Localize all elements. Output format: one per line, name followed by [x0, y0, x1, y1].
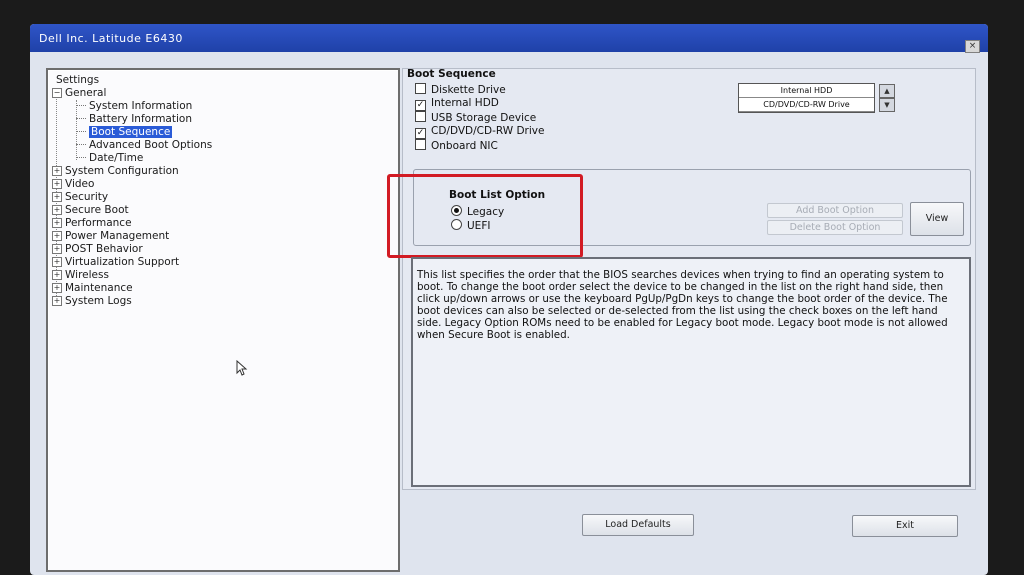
tree-item-virtualization-support[interactable]: + Virtualization Support	[52, 256, 179, 268]
device-internal-hdd[interactable]: ✓ Internal HDD	[415, 97, 499, 111]
expand-icon[interactable]: +	[52, 205, 62, 215]
tree-item-date-time[interactable]: Date/Time	[76, 152, 143, 164]
tree-item-advanced-boot-options[interactable]: Advanced Boot Options	[76, 139, 212, 151]
move-up-icon[interactable]: ▲	[879, 84, 895, 98]
title-bar: Dell Inc. Latitude E6430 ×	[30, 24, 988, 53]
tree-item-boot-sequence[interactable]: Boot Sequence	[76, 126, 173, 138]
boot-order-item[interactable]: Internal HDD	[739, 84, 874, 98]
bios-screen: Dell Inc. Latitude E6430 × Settings − Gen…	[30, 24, 988, 575]
close-icon[interactable]: ×	[965, 40, 980, 53]
checkbox[interactable]	[415, 83, 426, 94]
expand-icon[interactable]: +	[52, 270, 62, 280]
delete-boot-option-button[interactable]: Delete Boot Option	[767, 220, 903, 235]
tree-root-label: Settings	[56, 74, 100, 86]
description-text: This list specifies the order that the B…	[417, 269, 948, 341]
view-button[interactable]: View	[910, 202, 964, 236]
load-defaults-button[interactable]: Load Defaults	[582, 514, 694, 536]
expand-icon[interactable]: +	[52, 244, 62, 254]
expand-icon[interactable]: +	[52, 192, 62, 202]
collapse-icon[interactable]: −	[52, 88, 62, 98]
tree-item-video[interactable]: + Video	[52, 178, 94, 190]
tree-item-performance[interactable]: + Performance	[52, 217, 132, 229]
tree-item-security[interactable]: + Security	[52, 191, 108, 203]
boot-order-list[interactable]: Internal HDD CD/DVD/CD-RW Drive	[738, 83, 875, 113]
add-boot-option-button[interactable]: Add Boot Option	[767, 203, 903, 218]
boot-sequence-panel: Boot Sequence Diskette Drive ✓ Internal H…	[387, 68, 976, 490]
expand-icon[interactable]: +	[52, 231, 62, 241]
tree-item-secure-boot[interactable]: + Secure Boot	[52, 204, 129, 216]
expand-icon[interactable]: +	[52, 283, 62, 293]
checkbox[interactable]	[415, 139, 426, 150]
settings-tree: Settings − General System Information Bat…	[46, 68, 400, 572]
device-onboard-nic[interactable]: Onboard NIC	[415, 139, 498, 152]
move-down-icon[interactable]: ▼	[879, 98, 895, 112]
description-panel: This list specifies the order that the B…	[411, 257, 971, 487]
tree-item-power-management[interactable]: + Power Management	[52, 230, 169, 242]
expand-icon[interactable]: +	[52, 166, 62, 176]
tree-item-general[interactable]: − General	[52, 87, 106, 99]
tree-item-system-logs[interactable]: + System Logs	[52, 295, 132, 307]
device-diskette-drive[interactable]: Diskette Drive	[415, 83, 506, 96]
expand-icon[interactable]: +	[52, 296, 62, 306]
tree-item-battery-information[interactable]: Battery Information	[76, 113, 192, 125]
expand-icon[interactable]: +	[52, 218, 62, 228]
expand-icon[interactable]: +	[52, 179, 62, 189]
mouse-cursor-icon	[236, 360, 248, 376]
boot-order-item[interactable]: CD/DVD/CD-RW Drive	[739, 98, 874, 112]
window-title: Dell Inc. Latitude E6430	[39, 32, 183, 45]
checkbox[interactable]	[415, 111, 426, 122]
tree-item-system-information[interactable]: System Information	[76, 100, 192, 112]
checkbox-checked[interactable]: ✓	[415, 128, 426, 139]
tree-item-maintenance[interactable]: + Maintenance	[52, 282, 133, 294]
device-usb-storage[interactable]: USB Storage Device	[415, 111, 536, 124]
tree-item-system-configuration[interactable]: + System Configuration	[52, 165, 179, 177]
tree-root[interactable]: Settings	[56, 74, 99, 86]
red-annotation-box	[387, 174, 583, 258]
tree-item-post-behavior[interactable]: + POST Behavior	[52, 243, 143, 255]
device-cd-dvd-drive[interactable]: ✓ CD/DVD/CD-RW Drive	[415, 125, 544, 139]
expand-icon[interactable]: +	[52, 257, 62, 267]
tree-item-wireless[interactable]: + Wireless	[52, 269, 109, 281]
boot-sequence-heading: Boot Sequence	[407, 68, 496, 80]
exit-button[interactable]: Exit	[852, 515, 958, 537]
checkbox-checked[interactable]: ✓	[415, 100, 426, 111]
